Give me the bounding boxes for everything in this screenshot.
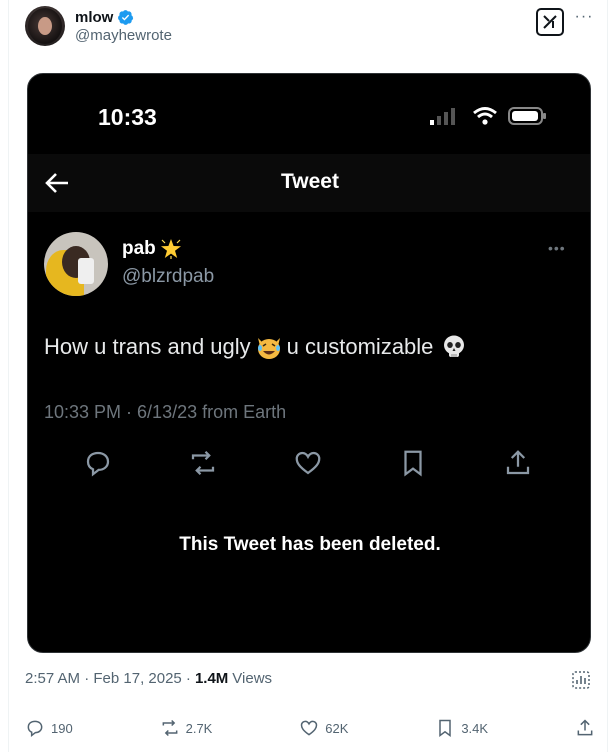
bookmark-icon xyxy=(439,719,452,737)
repost-button[interactable]: 2.7K xyxy=(160,718,213,738)
repost-icon xyxy=(162,719,178,737)
author-info: mlow @mayhewrote xyxy=(75,9,172,44)
inner-top-bar: Tweet xyxy=(28,154,590,212)
inner-tweet-meta: 10:33 PM · 6/13/23 from Earth xyxy=(44,402,287,422)
views-count: 1.4M xyxy=(194,670,229,687)
post-timestamp[interactable]: 2:57 AM · Feb 17, 2025 · xyxy=(25,670,191,687)
author-avatar[interactable] xyxy=(25,6,65,46)
more-icon[interactable]: ··· xyxy=(573,8,595,30)
phone-status-time: 10:33 xyxy=(98,104,157,130)
inner-handle: @blzrdpab xyxy=(122,266,215,287)
grok-icon[interactable] xyxy=(536,8,564,36)
inner-more-icon: ••• xyxy=(548,240,566,256)
like-icon xyxy=(301,720,318,736)
author-display-name[interactable]: mlow xyxy=(75,9,113,26)
signal-icon xyxy=(430,108,455,125)
action-bar: 190 2.7K 62K 3.4K xyxy=(25,718,595,738)
inner-bookmark-icon xyxy=(398,448,428,478)
reply-icon xyxy=(27,720,43,738)
star-emoji-icon xyxy=(160,239,181,259)
like-count: 62K xyxy=(325,720,349,736)
post-card: mlow @mayhewrote ··· 10:33 Tweet pab @bl… xyxy=(8,0,608,752)
views-label: Views xyxy=(232,670,273,687)
like-button[interactable]: 62K xyxy=(299,718,348,738)
analytics-icon[interactable] xyxy=(571,670,591,690)
inner-top-title: Tweet xyxy=(281,170,339,193)
deleted-notice: This Tweet has been deleted. xyxy=(179,534,441,555)
inner-share-icon xyxy=(503,448,533,478)
author-handle[interactable]: @mayhewrote xyxy=(75,27,172,44)
battery-icon xyxy=(508,107,546,125)
inner-avatar xyxy=(44,232,108,296)
bookmark-button[interactable]: 3.4K xyxy=(435,718,488,738)
verified-badge-icon xyxy=(118,9,134,25)
share-icon xyxy=(577,719,593,736)
inner-display-name: pab xyxy=(122,238,156,259)
post-meta: 2:57 AM · Feb 17, 2025 · 1.4M Views xyxy=(25,670,272,687)
inner-tweet-text: How u trans and ugly u customizable xyxy=(44,334,467,360)
inner-text-part2: u customizable xyxy=(286,334,434,359)
inner-reply-icon xyxy=(83,448,113,478)
laughing-cat-emoji-icon xyxy=(257,338,280,359)
inner-text-part1: How u trans and ugly xyxy=(44,334,251,359)
post-header: mlow @mayhewrote xyxy=(25,6,172,46)
phone-status-icons xyxy=(428,106,548,126)
wifi-icon xyxy=(473,107,497,125)
repost-count: 2.7K xyxy=(185,720,213,736)
skull-emoji-icon xyxy=(444,335,465,357)
author-name-row: mlow xyxy=(75,9,172,26)
inner-name-row: pab xyxy=(122,238,182,260)
inner-like-icon xyxy=(293,448,323,478)
tweet-screenshot-image[interactable]: 10:33 Tweet pab @blzrdpab ••• How u tran… xyxy=(27,73,591,653)
inner-repost-icon xyxy=(188,448,218,478)
share-button[interactable] xyxy=(575,718,595,738)
reply-count: 190 xyxy=(51,720,73,736)
reply-button[interactable]: 190 xyxy=(25,718,73,738)
bookmark-count: 3.4K xyxy=(461,720,489,736)
inner-action-bar xyxy=(83,448,533,478)
